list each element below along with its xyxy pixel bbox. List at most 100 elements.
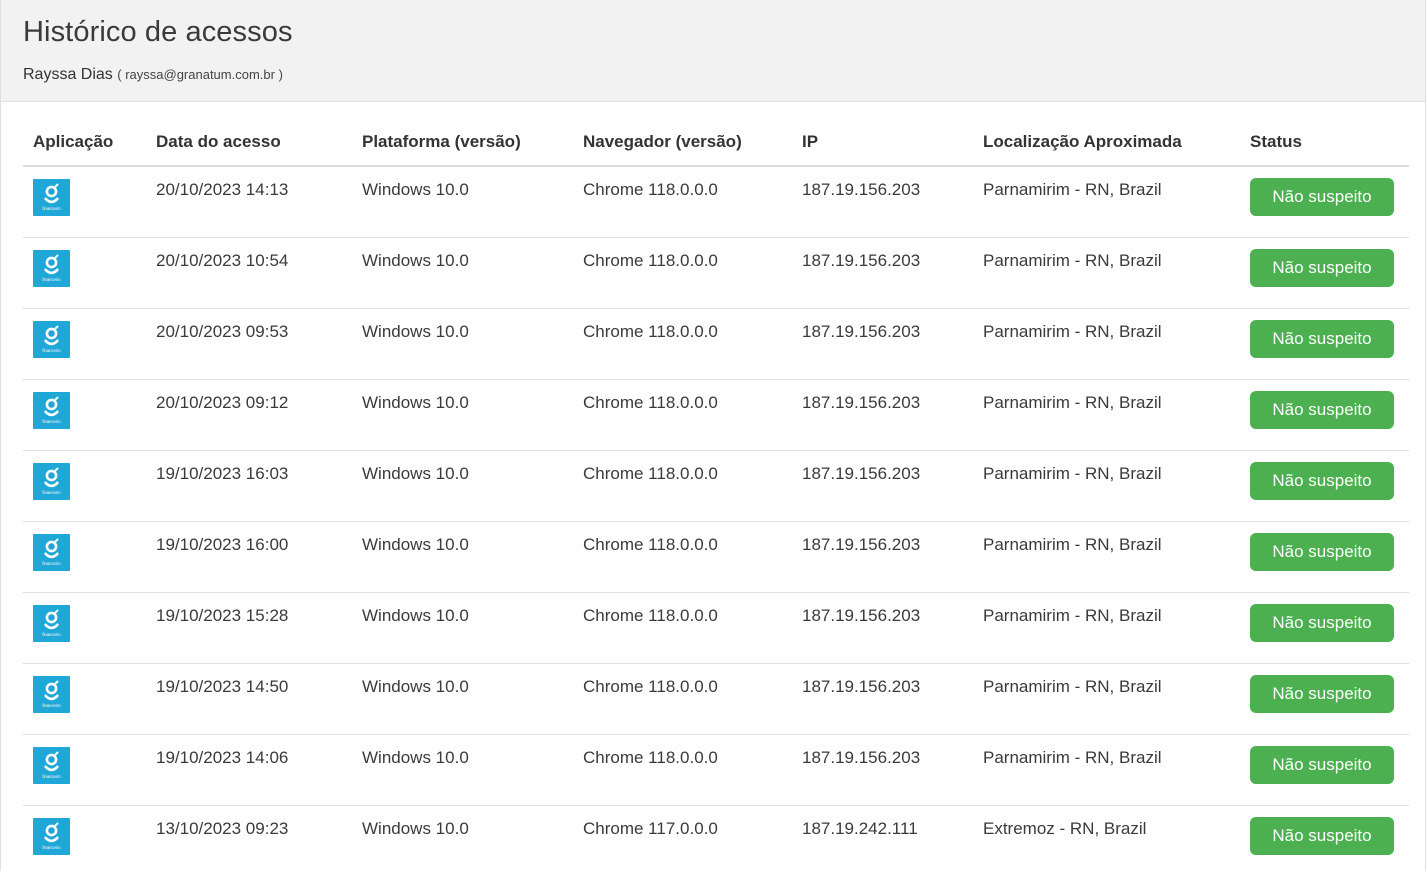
cell-access-date: 20/10/2023 09:53 [146,308,352,380]
cell-status: Não suspeito [1240,521,1409,593]
status-button[interactable]: Não suspeito [1250,816,1394,855]
status-button[interactable]: Não suspeito [1250,248,1394,287]
page: Histórico de acessos Rayssa Dias ( rayss… [0,0,1426,871]
cell-ip: 187.19.156.203 [792,592,973,664]
column-header-application: Aplicação [23,102,146,167]
page-header: Histórico de acessos Rayssa Dias ( rayss… [1,0,1425,102]
table-row: financeiro 20/10/2023 14:13 Windows 10.0… [23,166,1409,238]
table-row: financeiro 19/10/2023 16:00 Windows 10.0… [23,521,1409,593]
cell-location: Parnamirim - RN, Brazil [973,166,1240,238]
status-button[interactable]: Não suspeito [1250,390,1394,429]
cell-browser: Chrome 118.0.0.0 [573,308,792,380]
cell-application: financeiro [23,237,146,309]
app-caption: financeiro [42,348,61,353]
granatum-financeiro-icon: financeiro [33,249,70,287]
app-caption: financeiro [42,774,61,779]
cell-platform: Windows 10.0 [352,663,573,735]
cell-application: financeiro [23,592,146,664]
table-body: financeiro 20/10/2023 14:13 Windows 10.0… [23,166,1409,871]
cell-location: Parnamirim - RN, Brazil [973,237,1240,309]
cell-application: financeiro [23,450,146,522]
cell-status: Não suspeito [1240,237,1409,309]
cell-status: Não suspeito [1240,450,1409,522]
table-header-row: Aplicação Data do acesso Plataforma (ver… [23,102,1409,167]
cell-browser: Chrome 118.0.0.0 [573,592,792,664]
granatum-financeiro-icon: financeiro [33,817,70,855]
app-caption: financeiro [42,561,61,566]
column-header-ip: IP [792,102,973,167]
granatum-financeiro-icon: financeiro [33,746,70,784]
status-button[interactable]: Não suspeito [1250,674,1394,713]
status-button[interactable]: Não suspeito [1250,461,1394,500]
cell-access-date: 20/10/2023 14:13 [146,166,352,238]
app-caption: financeiro [42,632,61,637]
cell-location: Extremoz - RN, Brazil [983,818,1147,838]
cell-location: Parnamirim - RN, Brazil [973,734,1240,806]
status-button[interactable]: Não suspeito [1250,178,1394,216]
access-history-table: Aplicação Data do acesso Plataforma (ver… [23,102,1409,871]
cell-location: Parnamirim - RN, Brazil [973,663,1240,735]
granatum-financeiro-icon: financeiro [33,179,70,216]
table-row: financeiro 19/10/2023 16:03 Windows 10.0… [23,450,1409,522]
cell-status: Não suspeito [1240,592,1409,664]
access-history-table-container: Aplicação Data do acesso Plataforma (ver… [23,102,1409,871]
app-caption: financeiro [42,206,61,211]
cell-ip: 187.19.156.203 [792,379,973,451]
cell-location: Parnamirim - RN, Brazil [973,379,1240,451]
cell-browser: Chrome 118.0.0.0 [573,450,792,522]
cell-platform: Windows 10.0 [352,521,573,593]
cell-access-date: 19/10/2023 16:03 [146,450,352,522]
cell-access-date: 20/10/2023 09:12 [146,379,352,451]
cell-access-date: 19/10/2023 15:28 [146,592,352,664]
table-row: financeiro 19/10/2023 15:28 Windows 10.0… [23,592,1409,664]
cell-platform: Windows 10.0 [362,818,469,838]
column-header-status: Status [1240,102,1409,167]
cell-platform: Windows 10.0 [352,734,573,806]
app-caption: financeiro [42,845,61,850]
cell-access-date: 13/10/2023 09:23 [156,818,289,838]
cell-location: Parnamirim - RN, Brazil [973,308,1240,380]
cell-access-date: 19/10/2023 14:50 [146,663,352,735]
cell-platform: Windows 10.0 [352,237,573,309]
granatum-financeiro-icon: financeiro [33,320,70,358]
user-info: Rayssa Dias ( rayssa@granatum.com.br ) [23,66,283,84]
user-email: ( rayssa@granatum.com.br ) [117,67,283,82]
cell-status: Não suspeito [1240,308,1409,380]
cell-access-date: 20/10/2023 10:54 [146,237,352,309]
page-title: Histórico de acessos [23,16,293,48]
cell-ip: 187.19.156.203 [792,521,973,593]
cell-browser: Chrome 118.0.0.0 [573,663,792,735]
granatum-financeiro-icon: financeiro [33,604,70,642]
app-caption: financeiro [42,419,61,424]
cell-ip: 187.19.156.203 [792,663,973,735]
status-button[interactable]: Não suspeito [1250,603,1394,642]
cell-status: Não suspeito [1240,166,1409,238]
app-caption: financeiro [42,277,61,282]
cell-application: financeiro [23,805,146,871]
table-row: financeiro 13/10/2023 09:23 Windows 10.0… [23,805,1409,871]
status-button[interactable]: Não suspeito [1250,532,1394,571]
column-header-browser: Navegador (versão) [573,102,792,167]
cell-location: Parnamirim - RN, Brazil [973,450,1240,522]
granatum-financeiro-icon: financeiro [33,533,70,571]
status-button[interactable]: Não suspeito [1250,745,1394,784]
table-row: financeiro 19/10/2023 14:50 Windows 10.0… [23,663,1409,735]
column-header-platform: Plataforma (versão) [352,102,573,167]
column-header-location: Localização Aproximada [973,102,1240,167]
table-row: financeiro 20/10/2023 09:12 Windows 10.0… [23,379,1409,451]
granatum-financeiro-icon: financeiro [33,675,70,713]
cell-platform: Windows 10.0 [352,308,573,380]
cell-ip: 187.19.156.203 [792,166,973,238]
column-header-access-date: Data do acesso [146,102,352,167]
cell-status: Não suspeito [1240,663,1409,735]
table-row: financeiro 20/10/2023 10:54 Windows 10.0… [23,237,1409,309]
status-button[interactable]: Não suspeito [1250,319,1394,358]
cell-ip: 187.19.156.203 [792,237,973,309]
cell-platform: Windows 10.0 [352,450,573,522]
cell-application: financeiro [23,663,146,735]
cell-application: financeiro [23,734,146,806]
cell-application: financeiro [23,308,146,380]
cell-location: Parnamirim - RN, Brazil [973,521,1240,593]
table-row: financeiro 20/10/2023 09:53 Windows 10.0… [23,308,1409,380]
cell-ip: 187.19.156.203 [792,450,973,522]
